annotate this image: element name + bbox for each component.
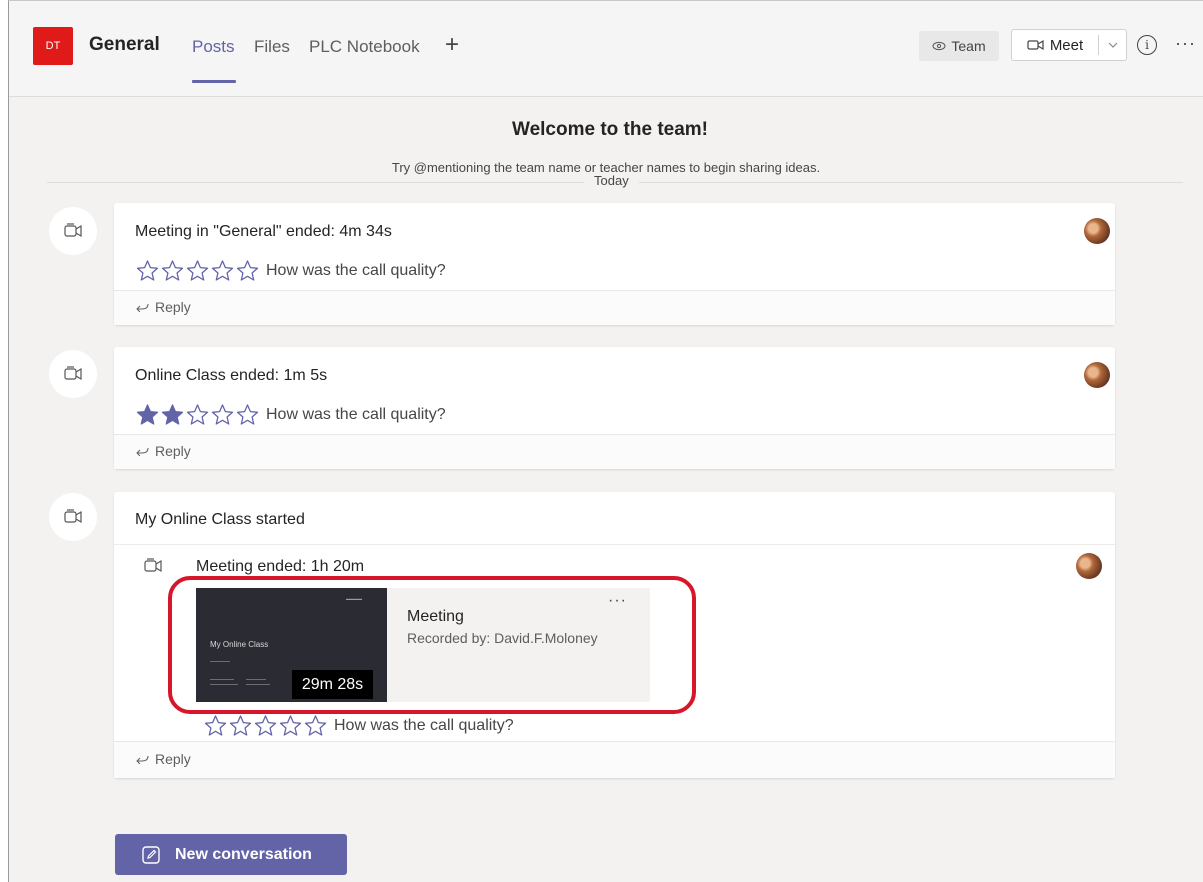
welcome-title: Welcome to the team! [511,119,709,140]
reply-label: Reply [155,751,191,767]
info-icon[interactable]: i [1137,35,1157,55]
compose-icon [142,845,160,864]
eye-icon [932,41,946,51]
star-filled-icon[interactable] [135,403,160,427]
highlight-annotation [168,576,696,714]
reply-bar: Reply [114,290,1115,325]
star-rating[interactable]: How was the call quality? [135,259,446,283]
star-rating[interactable]: How was the call quality? [203,714,514,738]
avatar[interactable] [1076,553,1102,579]
rating-prompt: How was the call quality? [266,406,446,423]
meeting-icon [49,207,97,255]
active-tab-indicator [192,80,236,83]
reply-button[interactable]: Reply [135,751,191,767]
tab-files[interactable]: Files [254,37,290,57]
channel-header: DT General Posts Files PLC Notebook + Te… [9,1,1203,97]
tab-plc-notebook[interactable]: PLC Notebook [309,37,420,57]
tab-posts[interactable]: Posts [192,37,235,57]
channel-name: General [89,34,160,55]
team-avatar[interactable]: DT [33,27,73,65]
post-title: Meeting in "General" ended: 4m 34s [135,223,392,240]
teams-channel-window: DT General Posts Files PLC Notebook + Te… [8,0,1203,882]
star-empty-icon[interactable] [235,403,260,427]
reply-label: Reply [155,299,191,315]
star-filled-icon[interactable] [160,403,185,427]
post-title: My Online Class started [135,511,305,528]
meet-button-group: Meet [1011,29,1127,61]
post-card: Online Class ended: 1m 5s How was the ca… [114,347,1115,469]
star-empty-icon[interactable] [160,259,185,283]
new-conversation-button[interactable]: New conversation [115,834,347,875]
team-button-label: Team [951,38,986,54]
star-empty-icon[interactable] [228,714,253,738]
plus-icon[interactable]: + [445,31,459,59]
meet-button-label: Meet [1049,36,1084,54]
reply-arrow-icon [136,447,149,456]
meeting-ended-title: Meeting ended: 1h 20m [196,558,365,575]
new-conversation-label: New conversation [175,845,312,863]
post-title: Online Class ended: 1m 5s [135,367,328,384]
more-icon[interactable]: ··· [1175,33,1196,54]
reply-button[interactable]: Reply [135,299,191,315]
video-camera-icon [1027,39,1044,51]
meeting-icon [144,558,162,573]
star-empty-icon[interactable] [203,714,228,738]
post-card: Meeting in "General" ended: 4m 34s How w… [114,203,1115,325]
reply-label: Reply [155,443,191,459]
team-button[interactable]: Team [919,31,999,61]
chevron-down-icon[interactable] [1099,30,1126,60]
reply-bar: Reply [114,741,1115,778]
avatar[interactable] [1084,218,1110,244]
rating-prompt: How was the call quality? [334,717,514,734]
star-empty-icon[interactable] [278,714,303,738]
star-empty-icon[interactable] [303,714,328,738]
reply-arrow-icon [136,755,149,764]
avatar[interactable] [1084,362,1110,388]
star-rating[interactable]: How was the call quality? [135,403,446,427]
star-empty-icon[interactable] [210,403,235,427]
star-empty-icon[interactable] [185,259,210,283]
star-empty-icon[interactable] [235,259,260,283]
reply-arrow-icon [136,303,149,312]
thread-divider [114,544,1115,545]
meeting-icon [49,350,97,398]
reply-button[interactable]: Reply [135,443,191,459]
meeting-icon [49,493,97,541]
star-empty-icon[interactable] [185,403,210,427]
rating-prompt: How was the call quality? [266,262,446,279]
reply-bar: Reply [114,434,1115,469]
star-empty-icon[interactable] [135,259,160,283]
meet-button[interactable]: Meet [1012,30,1098,60]
star-empty-icon[interactable] [253,714,278,738]
star-empty-icon[interactable] [210,259,235,283]
date-divider-label: Today [584,173,639,188]
